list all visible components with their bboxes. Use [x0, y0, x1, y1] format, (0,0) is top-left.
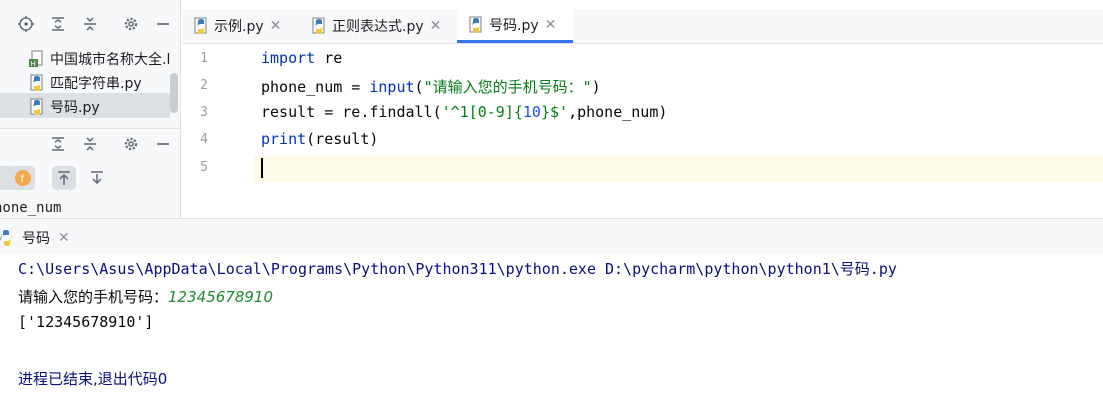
code-line-1[interactable]: import re	[261, 49, 342, 67]
console-exit-message: 进程已结束,退出代码0	[18, 370, 168, 388]
code-text: (	[414, 78, 424, 96]
tab-label: 示例.py	[214, 19, 264, 35]
tab-example[interactable]: 示例.py ✕	[182, 9, 297, 43]
regex-string: '^1[0-9]{	[441, 103, 523, 121]
code-line-3[interactable]: result = re.findall('^1[0-9]{10}$',phone…	[261, 103, 667, 121]
tab-label: 正则表达式.py	[332, 19, 424, 35]
tree-item-match-string[interactable]: 匹配字符串.py	[28, 71, 142, 94]
function-icon: f	[15, 170, 31, 186]
code-line-2[interactable]: phone_num = input("请输入您的手机号码：")	[261, 76, 601, 97]
show-functions-button[interactable]: f	[11, 166, 35, 190]
console-prompt-line: 请输入您的手机号码：12345678910	[18, 286, 273, 307]
structure-toolbar	[0, 128, 180, 156]
close-icon[interactable]: ✕	[430, 18, 442, 34]
python-file-icon	[469, 16, 482, 33]
regex-quantifier: 10	[522, 103, 541, 121]
expand-all-icon[interactable]	[48, 14, 68, 34]
python-file-icon	[194, 17, 207, 34]
tree-item-cities[interactable]: H 中国城市名称大全.l	[28, 47, 170, 70]
close-icon[interactable]: ✕	[270, 18, 282, 34]
collapse-all-icon[interactable]	[80, 134, 100, 154]
line-number: 4	[200, 132, 208, 147]
run-tab-label: 号码	[22, 231, 50, 247]
close-icon[interactable]: ✕	[545, 17, 557, 33]
tab-number[interactable]: 号码.py ✕	[457, 9, 573, 43]
tree-item-label: 号码.py	[50, 99, 100, 116]
run-console[interactable]: C:\Users\Asus\AppData\Local\Programs\Pyt…	[0, 254, 1103, 403]
scroll-from-source-button[interactable]	[52, 166, 76, 190]
hide-panel-icon[interactable]	[153, 14, 173, 34]
locate-file-icon[interactable]	[16, 14, 36, 34]
structure-item-phone-num[interactable]: hone_num	[0, 200, 61, 216]
line-number: 3	[200, 105, 208, 120]
python-file-icon	[30, 74, 43, 91]
code-text: ,phone_num)	[568, 103, 668, 121]
tab-label: 号码.py	[489, 17, 539, 34]
regex-string: }$'	[540, 103, 569, 121]
tab-regex[interactable]: 正则表达式.py ✕	[300, 9, 455, 43]
close-icon[interactable]: ✕	[58, 230, 70, 246]
text-caret	[261, 158, 263, 178]
code-text: re	[315, 49, 343, 67]
arrow-down-icon	[91, 171, 103, 185]
python-file-icon	[312, 17, 325, 34]
string-literal: "请输入您的手机号码："	[423, 78, 592, 96]
editor-tab-bar: 示例.py ✕ 正则表达式.py ✕ 号码.py ✕	[182, 9, 1103, 44]
keyword-import: import	[261, 49, 316, 67]
code-text: (result)	[306, 130, 379, 148]
console-command-line: C:\Users\Asus\AppData\Local\Programs\Pyt…	[18, 260, 897, 278]
line-number: 5	[200, 160, 208, 175]
run-tool-window-header: 号码 ✕	[0, 218, 1103, 254]
collapse-all-icon[interactable]	[80, 14, 100, 34]
svg-text:H: H	[31, 60, 36, 68]
code-editor[interactable]: 1 2 3 4 5 import re phone_num = input("请…	[182, 44, 1103, 218]
tree-scrollbar[interactable]	[170, 73, 178, 113]
arrow-up-icon	[58, 171, 70, 185]
console-prompt: 请输入您的手机号码：	[18, 288, 169, 306]
code-line-4[interactable]: print(result)	[261, 130, 378, 148]
line-number: 1	[200, 51, 208, 66]
expand-all-icon[interactable]	[48, 134, 68, 154]
builtin-print: print	[261, 130, 307, 148]
tree-item-label: 匹配字符串.py	[50, 75, 142, 92]
console-user-input: 12345678910	[168, 288, 273, 306]
structure-filter-bar: f	[0, 162, 180, 194]
gear-icon[interactable]	[121, 14, 141, 34]
current-line-highlight	[254, 156, 1103, 182]
python-icon	[0, 230, 12, 246]
code-text: )	[591, 78, 601, 96]
scroll-to-source-button[interactable]	[85, 166, 109, 190]
tree-item-label: 中国城市名称大全.l	[50, 51, 171, 68]
text-file-icon: H	[29, 50, 43, 68]
line-number-gutter: 1 2 3 4 5	[182, 44, 254, 218]
run-tab-number[interactable]: 号码 ✕	[0, 225, 70, 251]
hide-panel-icon[interactable]	[153, 134, 173, 154]
code-text: phone_num =	[261, 78, 370, 96]
console-result-line: ['12345678910']	[18, 313, 154, 331]
project-panel: H 中国城市名称大全.l 匹配字符串.py 号码.py f hone_num	[0, 0, 181, 218]
project-toolbar	[0, 9, 180, 37]
code-text: result = re.findall(	[261, 103, 442, 121]
svg-text:f: f	[21, 174, 25, 185]
tree-item-number[interactable]: 号码.py	[28, 95, 100, 118]
line-number: 2	[200, 78, 208, 93]
builtin-input: input	[369, 78, 415, 96]
python-file-icon	[30, 98, 43, 115]
gear-icon[interactable]	[121, 134, 141, 154]
